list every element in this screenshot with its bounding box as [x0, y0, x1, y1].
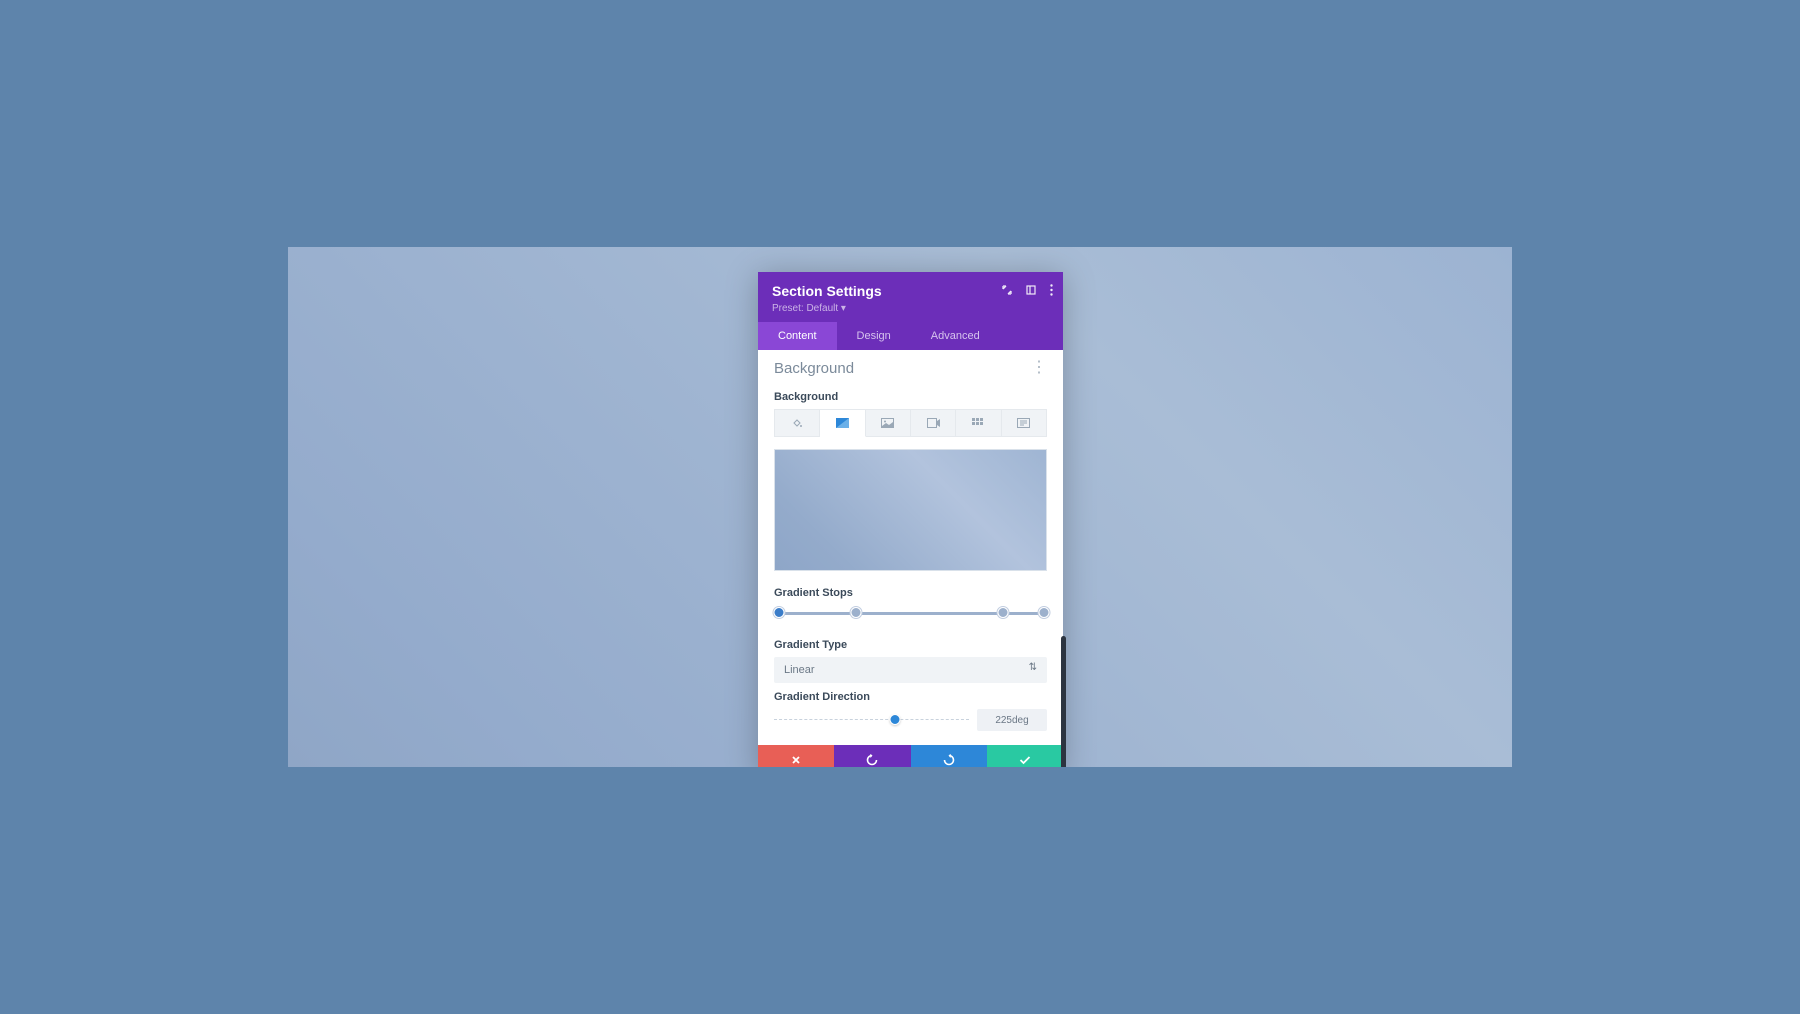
- paint-bucket-icon: [791, 417, 803, 429]
- bg-tab-gradient[interactable]: [820, 409, 865, 437]
- redo-button[interactable]: [911, 745, 987, 767]
- bg-tab-video[interactable]: [911, 409, 956, 437]
- bg-tab-mask[interactable]: [1002, 409, 1047, 437]
- header-actions: [1002, 284, 1053, 296]
- modal-header[interactable]: Section Settings Preset: Default ▾: [758, 272, 1063, 322]
- settings-content: Background: [758, 383, 1063, 745]
- cancel-button[interactable]: [758, 745, 834, 767]
- scrollbar-thumb[interactable]: [1061, 636, 1066, 767]
- tab-advanced[interactable]: Advanced: [911, 322, 1000, 350]
- gradient-preview[interactable]: [774, 449, 1047, 571]
- gradient-direction-row: [774, 709, 1047, 731]
- section-heading: Background: [774, 360, 854, 377]
- image-icon: [881, 418, 894, 428]
- modal-footer: [758, 745, 1063, 767]
- settings-tabs: Content Design Advanced: [758, 322, 1063, 350]
- direction-track: [774, 719, 969, 720]
- gradient-stops-label: Gradient Stops: [774, 587, 1047, 599]
- bg-tab-color[interactable]: [774, 409, 820, 437]
- section-menu-icon[interactable]: ⋮: [1031, 366, 1047, 371]
- undo-button[interactable]: [834, 745, 910, 767]
- bg-tab-pattern[interactable]: [956, 409, 1001, 437]
- section-heading-row: Background ⋮: [758, 350, 1063, 383]
- preset-selector[interactable]: Preset: Default ▾: [772, 303, 1049, 314]
- undo-icon: [866, 754, 879, 766]
- gradient-direction-label: Gradient Direction: [774, 691, 1047, 703]
- expand-icon[interactable]: [1002, 285, 1012, 295]
- background-type-tabs: [774, 409, 1047, 437]
- direction-input[interactable]: [977, 709, 1047, 731]
- page-canvas: Section Settings Preset: Default ▾ Conte…: [288, 247, 1512, 767]
- video-icon: [927, 418, 940, 428]
- gradient-type-select-wrap: ⇅: [774, 657, 1047, 683]
- gradient-type-label: Gradient Type: [774, 639, 1047, 651]
- check-icon: [1019, 755, 1031, 765]
- gradient-stops-slider[interactable]: [774, 607, 1047, 621]
- mask-icon: [1017, 418, 1030, 428]
- more-icon[interactable]: [1050, 284, 1053, 296]
- settings-modal: Section Settings Preset: Default ▾ Conte…: [758, 272, 1063, 767]
- gradient-stop-2[interactable]: [850, 607, 861, 618]
- gradient-stop-4[interactable]: [1039, 607, 1050, 618]
- gradient-stop-1[interactable]: [774, 607, 785, 618]
- gradient-type-select[interactable]: [774, 657, 1047, 683]
- tab-design[interactable]: Design: [837, 322, 911, 350]
- pattern-icon: [972, 418, 984, 428]
- close-icon: [791, 755, 801, 765]
- bg-tab-image[interactable]: [866, 409, 911, 437]
- gradient-icon: [836, 418, 849, 428]
- redo-icon: [942, 754, 955, 766]
- save-button[interactable]: [987, 745, 1063, 767]
- direction-handle[interactable]: [889, 714, 900, 725]
- tab-content[interactable]: Content: [758, 322, 837, 350]
- layout-icon[interactable]: [1026, 285, 1036, 295]
- gradient-stop-3[interactable]: [998, 607, 1009, 618]
- background-label: Background: [774, 391, 1047, 403]
- direction-slider[interactable]: [774, 713, 969, 727]
